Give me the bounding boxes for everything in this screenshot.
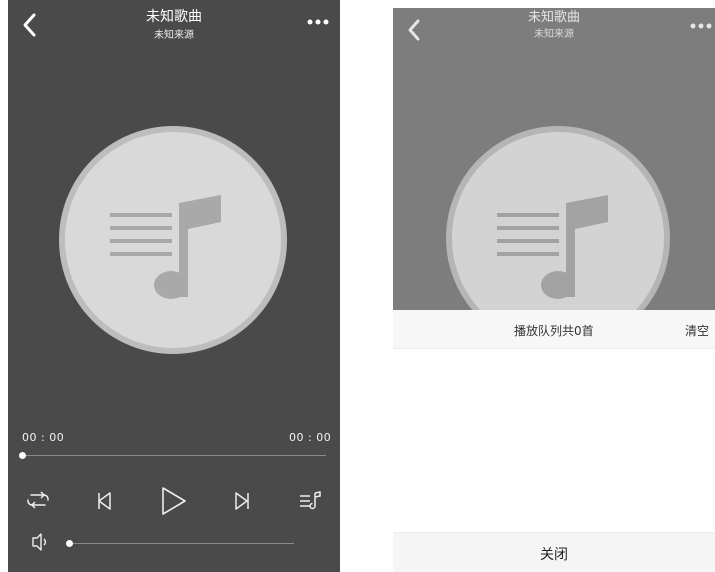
album-artwork [59,126,287,354]
queue-sheet-header: 播放队列共0首 清空 [393,310,715,349]
song-source: 未知来源 [154,30,194,41]
current-time: 00 : 00 [22,431,65,444]
previous-track-icon[interactable] [95,490,115,512]
progress-thumb[interactable] [19,452,26,459]
next-track-icon[interactable] [232,490,252,512]
close-button-label: 关闭 [540,547,568,563]
player-screen: 未知歌曲 未知来源 00 : 00 00 : 00 [8,0,340,572]
more-dots-icon [690,23,712,29]
queue-list [393,349,715,532]
more-dots-icon [307,19,329,25]
volume-thumb[interactable] [66,540,73,547]
more-button[interactable] [306,14,332,30]
repeat-icon[interactable] [26,489,50,511]
clear-queue-button[interactable]: 清空 [685,322,709,339]
dimmed-player-overlay[interactable]: 未知歌曲 未知来源 [393,8,715,310]
total-time: 00 : 00 [289,431,332,444]
progress-track[interactable] [22,455,326,456]
play-icon[interactable] [158,485,188,517]
album-artwork-dimmed [446,126,670,310]
queue-title: 播放队列共0首 [514,324,594,338]
volume-icon [32,533,46,551]
volume-track[interactable] [69,543,294,544]
song-title-dimmed: 未知歌曲 [527,10,580,25]
song-title: 未知歌曲 [146,9,202,25]
queue-screen: 未知歌曲 未知来源 播放队列共0首 清空 关闭 [393,8,715,572]
playlist-icon[interactable] [298,489,322,511]
close-button[interactable]: 关闭 [393,532,715,572]
song-source-dimmed: 未知来源 [534,29,574,40]
